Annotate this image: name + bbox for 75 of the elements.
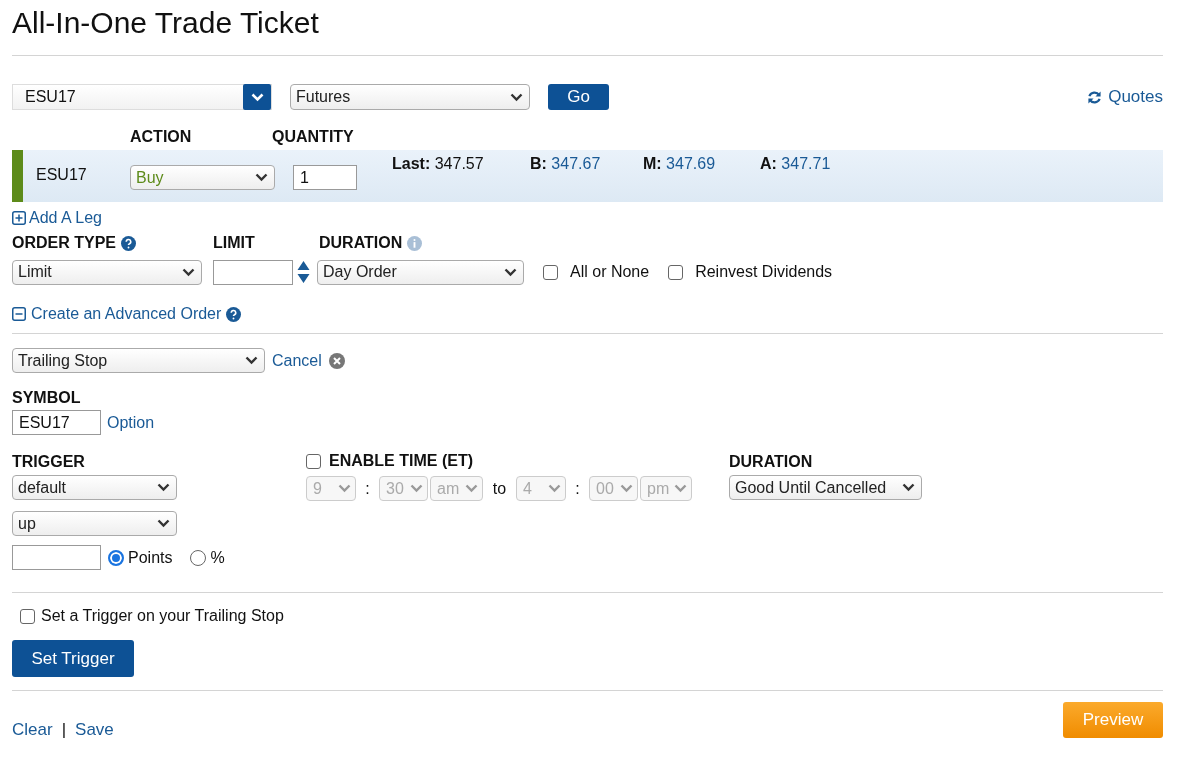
- chevron-down-icon: [410, 484, 423, 493]
- chevron-down-icon: [338, 484, 351, 493]
- chevron-down-icon: [548, 484, 561, 493]
- option-link[interactable]: Option: [107, 413, 155, 432]
- refresh-icon: [1087, 89, 1103, 105]
- footer-link[interactable]: Save: [75, 720, 114, 740]
- duration-label: DURATION: [729, 453, 813, 471]
- column-header: QUANTITY: [272, 128, 354, 146]
- link-separator: |: [61, 720, 67, 740]
- chevron-down-icon: [504, 267, 517, 277]
- go-button[interactable]: Go: [548, 84, 609, 110]
- quotes-link[interactable]: Quotes: [1087, 87, 1163, 107]
- quote-text: Last: 347.57: [392, 155, 485, 173]
- add-leg-link[interactable]: Add A Leg: [12, 209, 102, 227]
- checkbox-label: ENABLE TIME (ET): [329, 452, 473, 470]
- order-type-label: ORDER TYPE: [12, 234, 213, 252]
- dropdown[interactable]: Futures: [290, 84, 530, 110]
- stepper-icon[interactable]: [297, 260, 310, 284]
- checkbox[interactable]: [543, 264, 558, 280]
- dropdown[interactable]: Day Order: [317, 259, 524, 285]
- set-trigger-button[interactable]: Set Trigger: [12, 640, 134, 677]
- dropdown[interactable]: default: [12, 475, 177, 500]
- chevron-down-icon: [620, 484, 633, 493]
- to-text: to: [491, 479, 508, 498]
- chevron-down-icon: [250, 92, 264, 102]
- leg-color-bar: [12, 150, 23, 202]
- chevron-down-icon: [255, 173, 268, 182]
- chevron-down-icon: [465, 484, 478, 493]
- cancel-link[interactable]: Cancel: [272, 351, 345, 370]
- footer-link[interactable]: Clear: [12, 720, 53, 740]
- trail-amount-field[interactable]: [12, 545, 101, 570]
- radio-label: Points: [128, 548, 173, 567]
- time-separator: :: [574, 479, 581, 498]
- checkbox[interactable]: [306, 453, 321, 469]
- checkbox-label: All or None: [570, 263, 650, 281]
- symbol-field[interactable]: ESU17: [12, 84, 272, 110]
- chevron-down-icon: [182, 267, 195, 277]
- radio-label: %: [210, 548, 225, 567]
- chevron-down-icon: [245, 356, 258, 365]
- info-icon: [407, 235, 423, 251]
- limit-field[interactable]: [213, 259, 293, 285]
- radio-button[interactable]: [108, 549, 124, 566]
- trigger-label: TRIGGER: [12, 453, 85, 471]
- chevron-down-icon: [674, 484, 687, 493]
- chevron-down-icon: [902, 483, 915, 492]
- limit-label: LIMIT: [213, 234, 256, 252]
- page-title: All-In-One Trade Ticket: [12, 5, 320, 41]
- quote-text: M: 347.69: [643, 155, 717, 173]
- dropdown[interactable]: Trailing Stop: [12, 348, 265, 373]
- dropdown[interactable]: Good Until Cancelled: [729, 475, 922, 500]
- quantity-field[interactable]: 1: [293, 165, 357, 190]
- help-icon: [121, 235, 136, 251]
- symbol-field[interactable]: ESU17: [12, 410, 101, 435]
- symbol-label: SYMBOL: [12, 389, 81, 407]
- radio-button[interactable]: [190, 549, 207, 566]
- dropdown[interactable]: Limit: [12, 259, 202, 285]
- checkbox-label: Reinvest Dividends: [695, 263, 833, 281]
- close-icon: [328, 352, 345, 369]
- chevron-down-icon: [157, 483, 170, 492]
- dropdown[interactable]: up: [12, 511, 177, 536]
- quote-text: B: 347.67: [530, 155, 602, 173]
- checkbox[interactable]: [668, 264, 684, 280]
- time-separator: :: [364, 479, 371, 498]
- checkbox-label: Set a Trigger on your Trailing Stop: [41, 607, 284, 625]
- plus-box-icon: [12, 211, 26, 225]
- help-icon: [226, 306, 242, 322]
- checkbox[interactable]: [20, 608, 35, 624]
- column-header: ACTION: [130, 128, 193, 146]
- dropdown[interactable]: Buy: [130, 165, 275, 190]
- chevron-down-icon: [157, 519, 170, 528]
- duration-label: DURATION: [319, 234, 423, 252]
- advanced-order-toggle[interactable]: Create an Advanced Order: [12, 305, 242, 323]
- symbol-text: ESU17: [36, 166, 88, 184]
- quote-text: A: 347.71: [760, 155, 831, 173]
- chevron-down-icon: [510, 92, 523, 102]
